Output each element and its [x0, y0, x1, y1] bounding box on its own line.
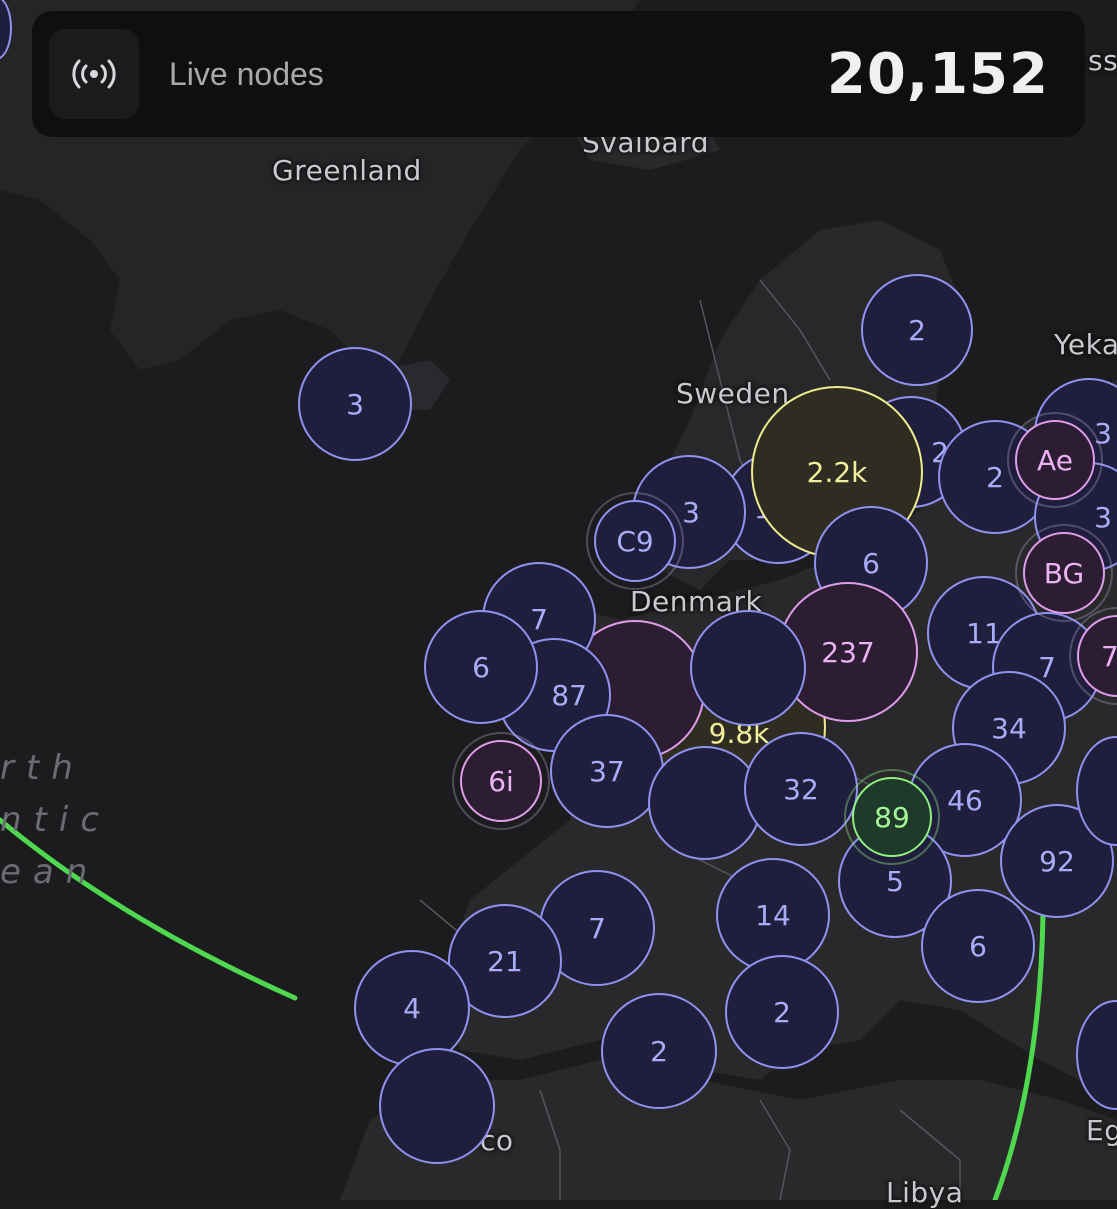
label-russia: ssi	[1088, 44, 1117, 77]
label-sweden: Sweden	[676, 377, 790, 410]
cluster-marker[interactable]: 7	[1069, 607, 1117, 705]
ocean-label-line-1: rth	[0, 748, 85, 788]
cluster-marker[interactable]	[379, 1048, 495, 1164]
label-greenland: Greenland	[272, 154, 422, 187]
cluster-marker[interactable]: 2	[601, 993, 717, 1109]
cluster-marker[interactable]: 32	[744, 732, 858, 846]
cluster-marker[interactable]: Ae	[1007, 412, 1103, 508]
label-egypt: Eg	[1086, 1114, 1117, 1147]
ocean-label-line-2: ntic	[0, 800, 112, 840]
cluster-marker[interactable]: 6i	[452, 732, 550, 830]
live-nodes-count: 20,152	[826, 41, 1049, 107]
cluster-marker[interactable]: 2	[725, 955, 839, 1069]
label-yekaterinburg: Yekat	[1054, 328, 1117, 361]
broadcast-icon	[49, 29, 139, 119]
cluster-marker[interactable]: BG	[1015, 524, 1113, 622]
cluster-marker[interactable]: 4	[354, 950, 470, 1066]
cluster-marker[interactable]	[690, 610, 806, 726]
ocean-label-line-3: ean	[0, 852, 100, 892]
cluster-marker[interactable]: 89	[844, 769, 940, 865]
live-nodes-label: Live nodes	[169, 55, 324, 92]
cluster-marker[interactable]: 6	[921, 889, 1035, 1003]
cluster-marker[interactable]: 2	[861, 274, 973, 386]
cluster-marker[interactable]: 6	[424, 610, 538, 724]
cluster-marker[interactable]: 3	[298, 347, 412, 461]
cluster-marker[interactable]: C9	[586, 492, 684, 590]
cluster-marker[interactable]: 37	[550, 714, 664, 828]
label-libya: Libya	[886, 1176, 964, 1209]
live-nodes-header: Live nodes 20,152	[32, 11, 1085, 137]
